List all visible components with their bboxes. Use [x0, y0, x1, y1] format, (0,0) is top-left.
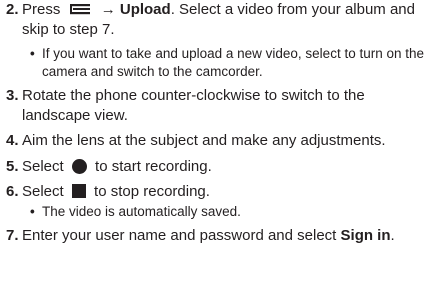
step-text-pre: Press [22, 1, 61, 18]
step-number: 5. [6, 158, 19, 175]
step-text: Select to start recording. [22, 157, 432, 177]
arrow-glyph: → [100, 1, 116, 18]
step-5: 5. Select to start recording. [6, 157, 432, 177]
record-button-icon [71, 158, 87, 174]
step-6: 6. Select to stop recording. [6, 182, 432, 202]
instruction-page: 2. Press → Upload. Select a video from y… [0, 0, 436, 303]
bullet-icon: • [30, 204, 35, 219]
step-text-pre: Select [22, 183, 64, 200]
step-text-pre: Enter your user name and password and se… [22, 227, 337, 244]
upload-label: Upload [119, 1, 171, 18]
step-text: Aim the lens at the subject and make any… [22, 132, 386, 149]
step-text: Rotate the phone counter-clockwise to sw… [22, 87, 365, 124]
step-2: 2. Press → Upload. Select a video from y… [6, 0, 432, 40]
bullet-text: The video is automatically saved. [42, 204, 241, 219]
stop-button-icon [71, 184, 86, 199]
step-text: Press → Upload. Select a video from your… [22, 0, 432, 40]
step-number: 7. [6, 227, 19, 244]
step-number: 4. [6, 132, 19, 149]
sign-in-label: Sign in [340, 227, 391, 244]
step-number: 2. [6, 1, 19, 18]
step-text: Select to stop recording. [22, 182, 432, 202]
step-text: Enter your user name and password and se… [22, 226, 432, 246]
step-text-post: . [390, 227, 395, 244]
step-text-pre: Select [22, 158, 64, 175]
step-4: 4. Aim the lens at the subject and make … [6, 131, 432, 151]
bullet-icon: • [30, 46, 35, 61]
step-7: 7. Enter your user name and password and… [6, 226, 432, 246]
step-6-bullet: • The video is automatically saved. [30, 203, 432, 221]
step-text-post: to stop recording. [94, 183, 210, 200]
step-number: 3. [6, 87, 19, 104]
step-number: 6. [6, 183, 19, 200]
bullet-text: If you want to take and upload a new vid… [42, 46, 425, 79]
menu-key-icon [69, 4, 90, 15]
step-text-post: to start recording. [95, 158, 212, 175]
step-2-bullet: • If you want to take and upload a new v… [30, 45, 432, 81]
step-3: 3. Rotate the phone counter-clockwise to… [6, 86, 432, 126]
